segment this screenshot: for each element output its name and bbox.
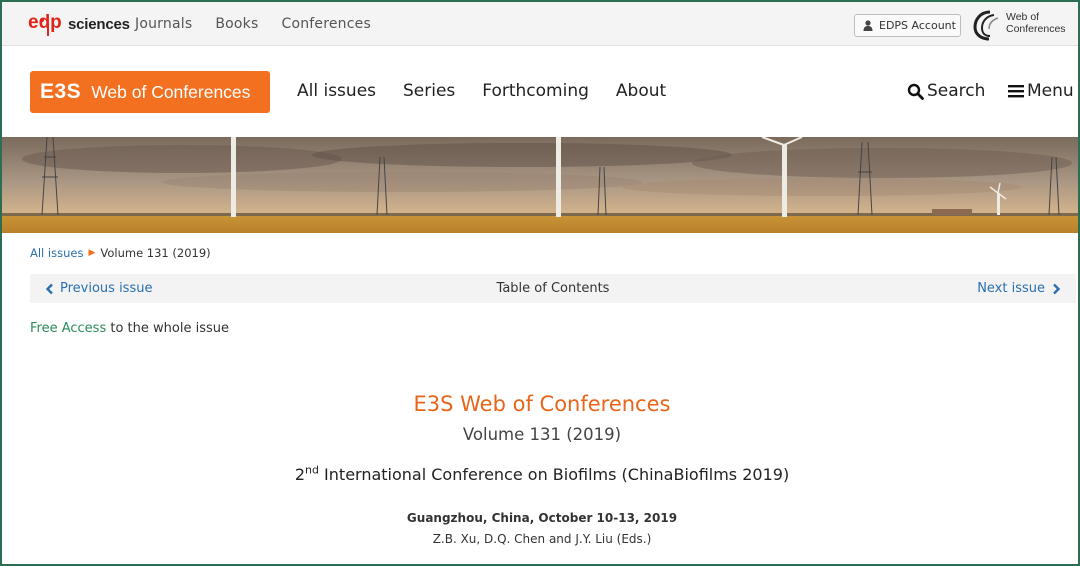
next-issue-label: Next issue	[977, 281, 1045, 296]
access-notice: Free Access to the whole issue	[30, 321, 229, 336]
conference-title: 2nd International Conference on Biofilms…	[2, 463, 1078, 484]
search-icon	[907, 83, 924, 100]
menu-button[interactable]: Menu	[1008, 81, 1074, 101]
edps-account-button[interactable]: EDPS Account	[854, 14, 961, 37]
volume-title: Volume 131 (2019)	[462, 425, 622, 444]
e3s-brand-logo[interactable]: E3S Web of Conferences	[30, 71, 270, 113]
edp-sciences-logo[interactable]: edp sciences	[28, 10, 130, 38]
conf-ordinal: 2	[294, 465, 305, 484]
journal-navbar: E3S Web of Conferences All issues Series…	[2, 47, 1078, 137]
page-frame: edp sciences Journals Books Conferences …	[0, 0, 1080, 566]
banner-image	[2, 137, 1078, 233]
caret-right-icon: ▶	[88, 248, 96, 258]
conference-location: Guangzhou, China, October 10-13, 2019	[406, 511, 678, 525]
publisher-bar: edp sciences Journals Books Conferences …	[2, 2, 1078, 46]
menu-label: Menu	[1027, 81, 1074, 101]
wof-line-1: Web of	[1006, 11, 1040, 23]
nav-all-issues[interactable]: All issues	[297, 81, 376, 101]
brand-long: Web of Conferences	[91, 81, 251, 102]
main-nav: All issues Series Forthcoming About	[297, 81, 693, 101]
editors: Z.B. Xu, D.Q. Chen and J.Y. Liu (Eds.)	[432, 532, 652, 546]
wof-line-2: Conferences	[1006, 23, 1066, 35]
link-books[interactable]: Books	[215, 16, 258, 32]
journal-title: E3S Web of Conferences	[413, 392, 671, 416]
access-rest: to the whole issue	[106, 321, 229, 336]
issue-navigation-bar: Previous issue Table of Contents Next is…	[30, 274, 1076, 303]
breadcrumb-all-issues[interactable]: All issues	[30, 246, 83, 260]
next-issue-link[interactable]: Next issue	[977, 281, 1062, 296]
wind-farm-banner	[2, 137, 1078, 233]
breadcrumb: All issues ▶ Volume 131 (2019)	[30, 246, 211, 260]
nav-series[interactable]: Series	[403, 81, 455, 101]
user-icon	[863, 20, 873, 31]
hamburger-icon	[1008, 85, 1024, 98]
edp-logo-mark: edp	[28, 12, 62, 36]
table-of-contents-title: Table of Contents	[496, 281, 610, 296]
nav-about[interactable]: About	[616, 81, 666, 101]
svg-text:edp: edp	[28, 12, 62, 33]
wof-logo-text: Web of Conferences	[1006, 11, 1066, 35]
link-conferences[interactable]: Conferences	[281, 16, 371, 32]
breadcrumb-current: Volume 131 (2019)	[100, 246, 211, 260]
search-label: Search	[927, 81, 986, 101]
account-label: EDPS Account	[879, 19, 956, 32]
brand-short: E3S	[40, 80, 82, 103]
conf-ordinal-suffix: nd	[305, 463, 319, 477]
chevron-right-icon	[1053, 283, 1061, 294]
nav-forthcoming[interactable]: Forthcoming	[482, 81, 589, 101]
edp-logo-text: sciences	[68, 15, 130, 33]
link-journals[interactable]: Journals	[135, 16, 192, 32]
web-of-conferences-logo[interactable]: Web of Conferences	[972, 8, 1078, 42]
wof-swirl-icon	[973, 10, 999, 41]
search-button[interactable]: Search	[907, 81, 985, 101]
conf-name: International Conference on Biofilms (Ch…	[318, 465, 790, 484]
publisher-links: Journals Books Conferences	[135, 16, 394, 32]
free-access-label: Free Access	[30, 321, 107, 336]
